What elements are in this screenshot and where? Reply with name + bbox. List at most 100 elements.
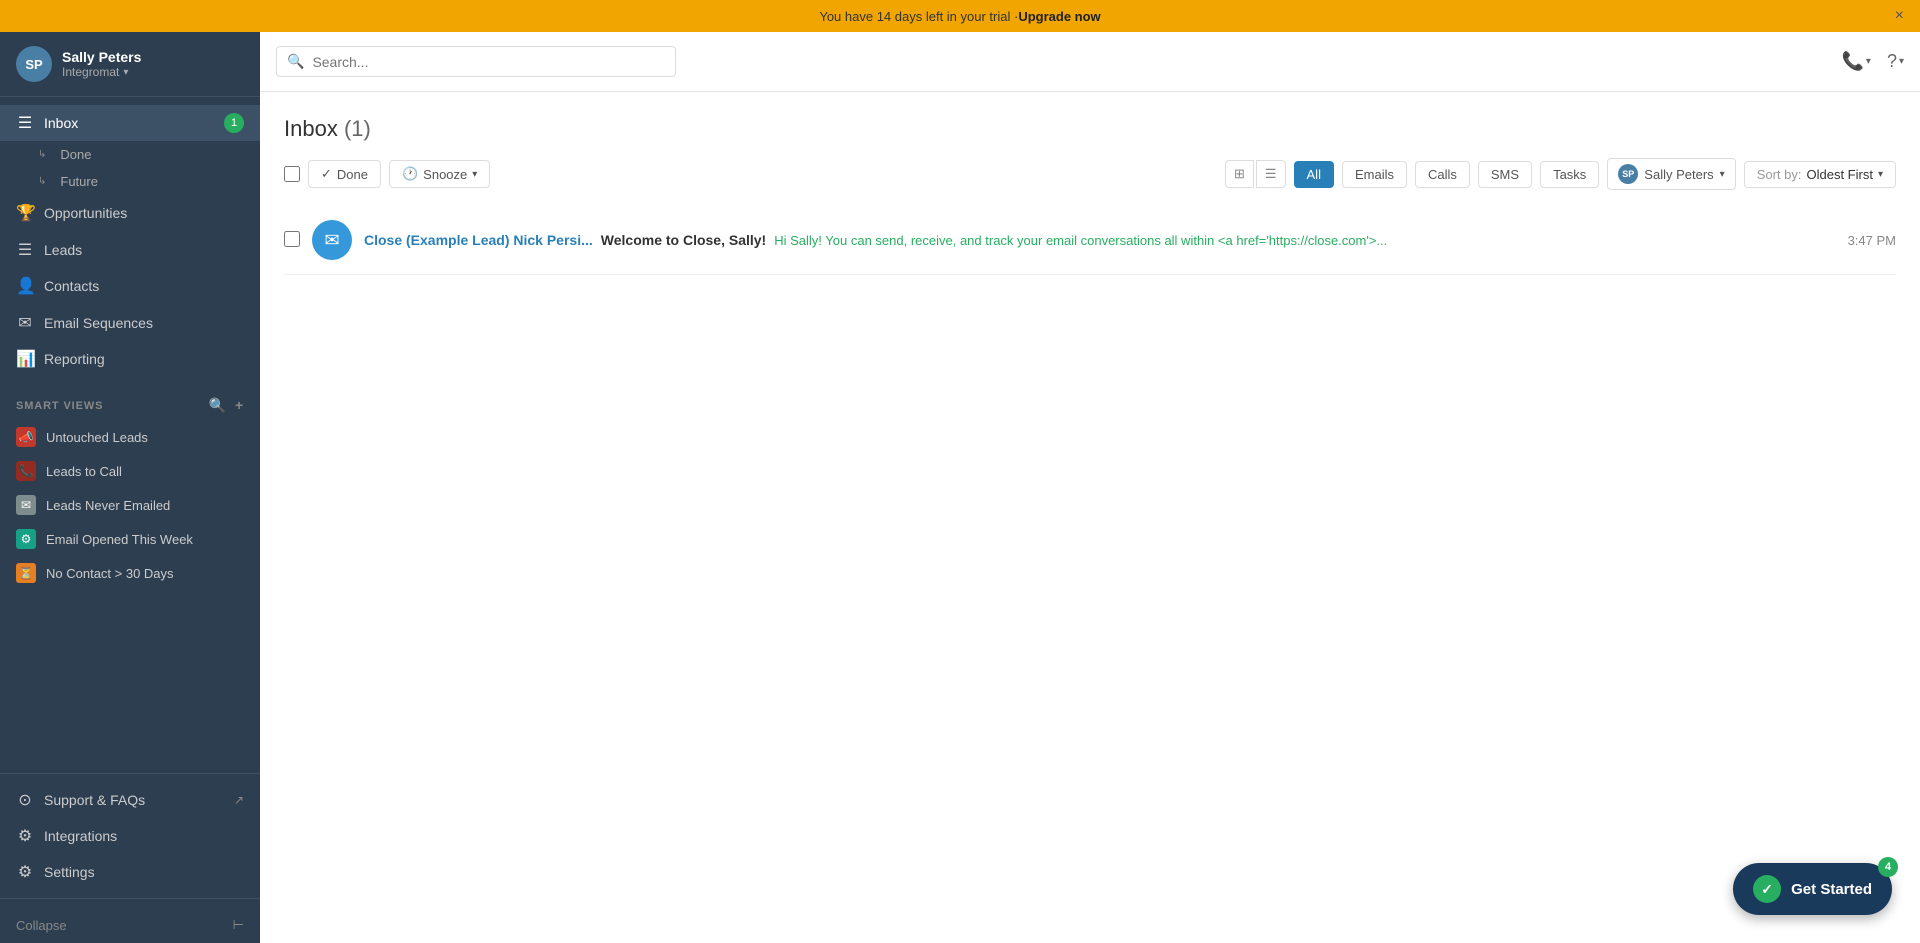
snooze-chevron-icon: ▾ (472, 169, 477, 180)
sidebar-item-integrations[interactable]: ⚙ Integrations (0, 818, 260, 854)
collapse-label: Collapse (16, 918, 67, 933)
sidebar-item-reporting[interactable]: 📊 Reporting (0, 341, 260, 377)
collapse-button[interactable]: Collapse ⊢ (0, 907, 260, 943)
get-started-label: Get Started (1791, 881, 1872, 898)
sidebar-item-leads[interactable]: ☰ Leads + (0, 231, 260, 268)
snooze-clock-icon: 🕐 (402, 166, 418, 182)
contacts-icon: 👤 (16, 276, 34, 296)
contacts-label: Contacts (44, 278, 99, 294)
smart-views-header: SMART VIEWS 🔍 + (0, 385, 260, 420)
phone-icon: 📞 (1842, 51, 1864, 72)
inbox-label: Inbox (44, 115, 78, 131)
snooze-button[interactable]: 🕐 Snooze ▾ (389, 160, 490, 188)
upgrade-link[interactable]: Upgrade now (1018, 9, 1100, 24)
email-from[interactable]: Close (Example Lead) Nick Persi... (364, 232, 593, 248)
view-list-button[interactable]: ☰ (1256, 160, 1286, 188)
phone-button[interactable]: 📞 ▾ (1842, 51, 1871, 72)
sidebar-item-support[interactable]: ⊙ Support & FAQs ↗ (0, 782, 260, 818)
sort-button[interactable]: Sort by: Oldest First ▾ (1744, 161, 1896, 188)
help-button[interactable]: ? ▾ (1887, 51, 1904, 72)
nav-divider (0, 773, 260, 774)
table-row: ✉ Close (Example Lead) Nick Persi... Wel… (284, 206, 1896, 275)
org-name: Integromat (62, 65, 119, 79)
user-info: Sally Peters Integromat ▾ (62, 49, 244, 79)
sidebar-item-opportunities[interactable]: 🏆 Opportunities (0, 195, 260, 231)
support-label: Support & FAQs (44, 792, 145, 808)
smart-views-add-icon[interactable]: + (235, 397, 244, 414)
email-content: Close (Example Lead) Nick Persi... Welco… (364, 232, 1836, 248)
smart-view-email-opened[interactable]: ⚙ Email Opened This Week (0, 522, 260, 556)
help-icon: ? (1887, 51, 1897, 72)
user-mini-avatar: SP (1618, 164, 1638, 184)
done-label: Done (60, 147, 91, 162)
sort-label: Sort by: (1757, 167, 1802, 182)
sidebar-item-contacts[interactable]: 👤 Contacts (0, 268, 260, 304)
get-started-badge: 4 (1878, 857, 1898, 877)
reporting-label: Reporting (44, 351, 105, 367)
integrations-label: Integrations (44, 828, 117, 844)
email-sequences-label: Email Sequences (44, 315, 153, 331)
settings-label: Settings (44, 864, 95, 880)
sidebar: SP Sally Peters Integromat ▾ ☰ Inbox 1 ↳… (0, 32, 260, 943)
app-container: SP Sally Peters Integromat ▾ ☰ Inbox 1 ↳… (0, 32, 1920, 943)
no-contact-label: No Contact > 30 Days (46, 566, 174, 581)
smart-view-leads-never-emailed[interactable]: ✉ Leads Never Emailed (0, 488, 260, 522)
support-external-icon: ↗ (234, 793, 244, 807)
user-org[interactable]: Integromat ▾ (62, 65, 244, 79)
opportunities-label: Opportunities (44, 205, 127, 221)
search-input[interactable] (312, 54, 665, 70)
get-started-button[interactable]: 4 ✓ Get Started (1733, 863, 1892, 915)
smart-view-untouched-leads[interactable]: 📣 Untouched Leads (0, 420, 260, 454)
support-icon: ⊙ (16, 790, 34, 810)
trial-text: You have 14 days left in your trial · (819, 9, 1018, 24)
sidebar-item-inbox[interactable]: ☰ Inbox 1 (0, 105, 260, 141)
sidebar-item-done[interactable]: ↳ Done (0, 141, 260, 168)
email-time: 3:47 PM (1848, 233, 1896, 248)
untouched-leads-label: Untouched Leads (46, 430, 148, 445)
sort-chevron-icon: ▾ (1878, 169, 1883, 180)
user-filter-label: Sally Peters (1644, 167, 1713, 182)
view-toggle: ⊞ ☰ (1225, 160, 1286, 188)
search-box[interactable]: 🔍 (276, 46, 676, 77)
leads-never-emailed-label: Leads Never Emailed (46, 498, 170, 513)
email-checkbox[interactable] (284, 231, 300, 250)
search-icon: 🔍 (287, 53, 304, 70)
done-check-icon: ✓ (321, 166, 332, 182)
collapse-divider (0, 898, 260, 899)
org-chevron-icon: ▾ (123, 67, 128, 78)
banner-close-button[interactable]: × (1895, 7, 1904, 25)
collapse-icon: ⊢ (233, 917, 244, 933)
no-contact-icon: ⏳ (16, 563, 36, 583)
filter-tasks-button[interactable]: Tasks (1540, 161, 1599, 188)
filter-emails-button[interactable]: Emails (1342, 161, 1407, 188)
select-all-checkbox[interactable] (284, 166, 300, 182)
filter-all-button[interactable]: All (1294, 161, 1334, 188)
sidebar-item-email-sequences[interactable]: ✉ Email Sequences + (0, 304, 260, 341)
smart-view-leads-to-call[interactable]: 📞 Leads to Call (0, 454, 260, 488)
bottom-nav: ⊙ Support & FAQs ↗ ⚙ Integrations ⚙ Sett… (0, 765, 260, 943)
smart-views-actions: 🔍 + (209, 397, 244, 414)
user-filter-button[interactable]: SP Sally Peters ▾ (1607, 158, 1735, 190)
main-content: 🔍 📞 ▾ ? ▾ Inbox (1) (260, 32, 1920, 943)
smart-views-search-icon[interactable]: 🔍 (209, 397, 227, 414)
leads-to-call-icon: 📞 (16, 461, 36, 481)
filter-calls-button[interactable]: Calls (1415, 161, 1470, 188)
smart-views-title: SMART VIEWS (16, 400, 103, 412)
inbox-count: (1) (344, 116, 371, 141)
done-label: Done (337, 167, 368, 182)
sidebar-item-future[interactable]: ↳ Future (0, 168, 260, 195)
inbox-title-text: Inbox (284, 116, 338, 141)
done-button[interactable]: ✓ Done (308, 160, 381, 188)
user-section: SP Sally Peters Integromat ▾ (0, 32, 260, 97)
filter-sms-button[interactable]: SMS (1478, 161, 1532, 188)
leads-icon: ☰ (16, 240, 34, 260)
inbox-area: Inbox (1) ✓ Done 🕐 Snooze ▾ ⊞ (260, 92, 1920, 943)
settings-icon: ⚙ (16, 862, 34, 882)
sidebar-item-settings[interactable]: ⚙ Settings (0, 854, 260, 890)
email-opened-label: Email Opened This Week (46, 532, 193, 547)
smart-view-no-contact[interactable]: ⏳ No Contact > 30 Days (0, 556, 260, 590)
email-opened-icon: ⚙ (16, 529, 36, 549)
sort-value: Oldest First (1807, 167, 1873, 182)
email-select-checkbox[interactable] (284, 231, 300, 247)
view-grid-button[interactable]: ⊞ (1225, 160, 1254, 188)
